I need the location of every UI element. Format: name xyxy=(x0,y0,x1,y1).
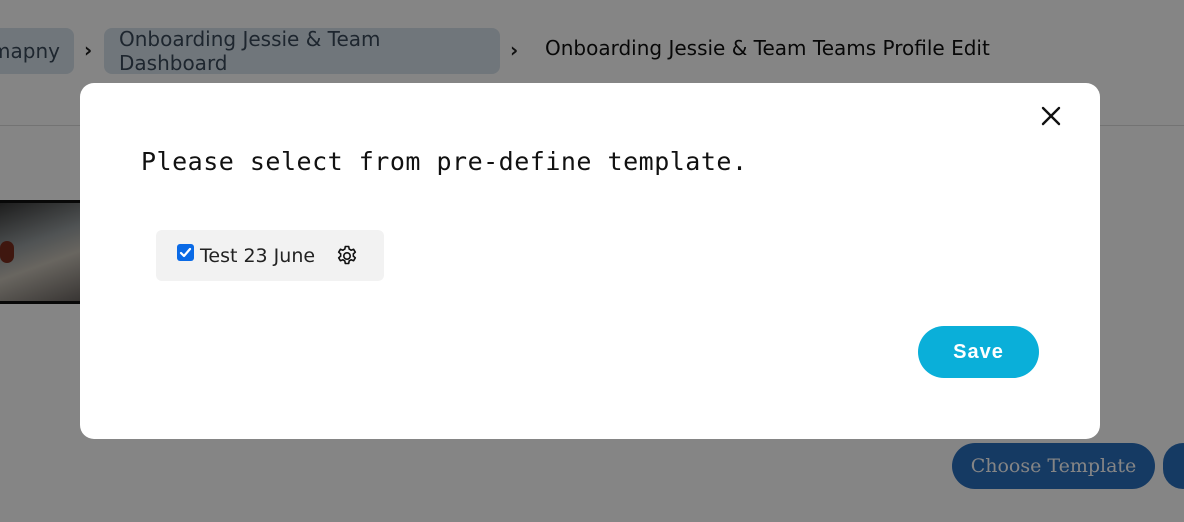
template-checkbox[interactable] xyxy=(177,244,194,261)
template-settings-button[interactable] xyxy=(335,244,359,268)
close-icon xyxy=(1041,106,1061,126)
check-icon xyxy=(179,247,192,258)
close-button[interactable] xyxy=(1038,103,1064,129)
modal-title: Please select from pre-define template. xyxy=(141,147,748,176)
template-option[interactable]: Test 23 June xyxy=(156,230,384,281)
template-option-label: Test 23 June xyxy=(200,244,316,267)
template-select-modal: Please select from pre-define template. … xyxy=(80,83,1100,439)
gear-icon xyxy=(337,245,357,264)
save-button[interactable]: Save xyxy=(918,326,1039,378)
